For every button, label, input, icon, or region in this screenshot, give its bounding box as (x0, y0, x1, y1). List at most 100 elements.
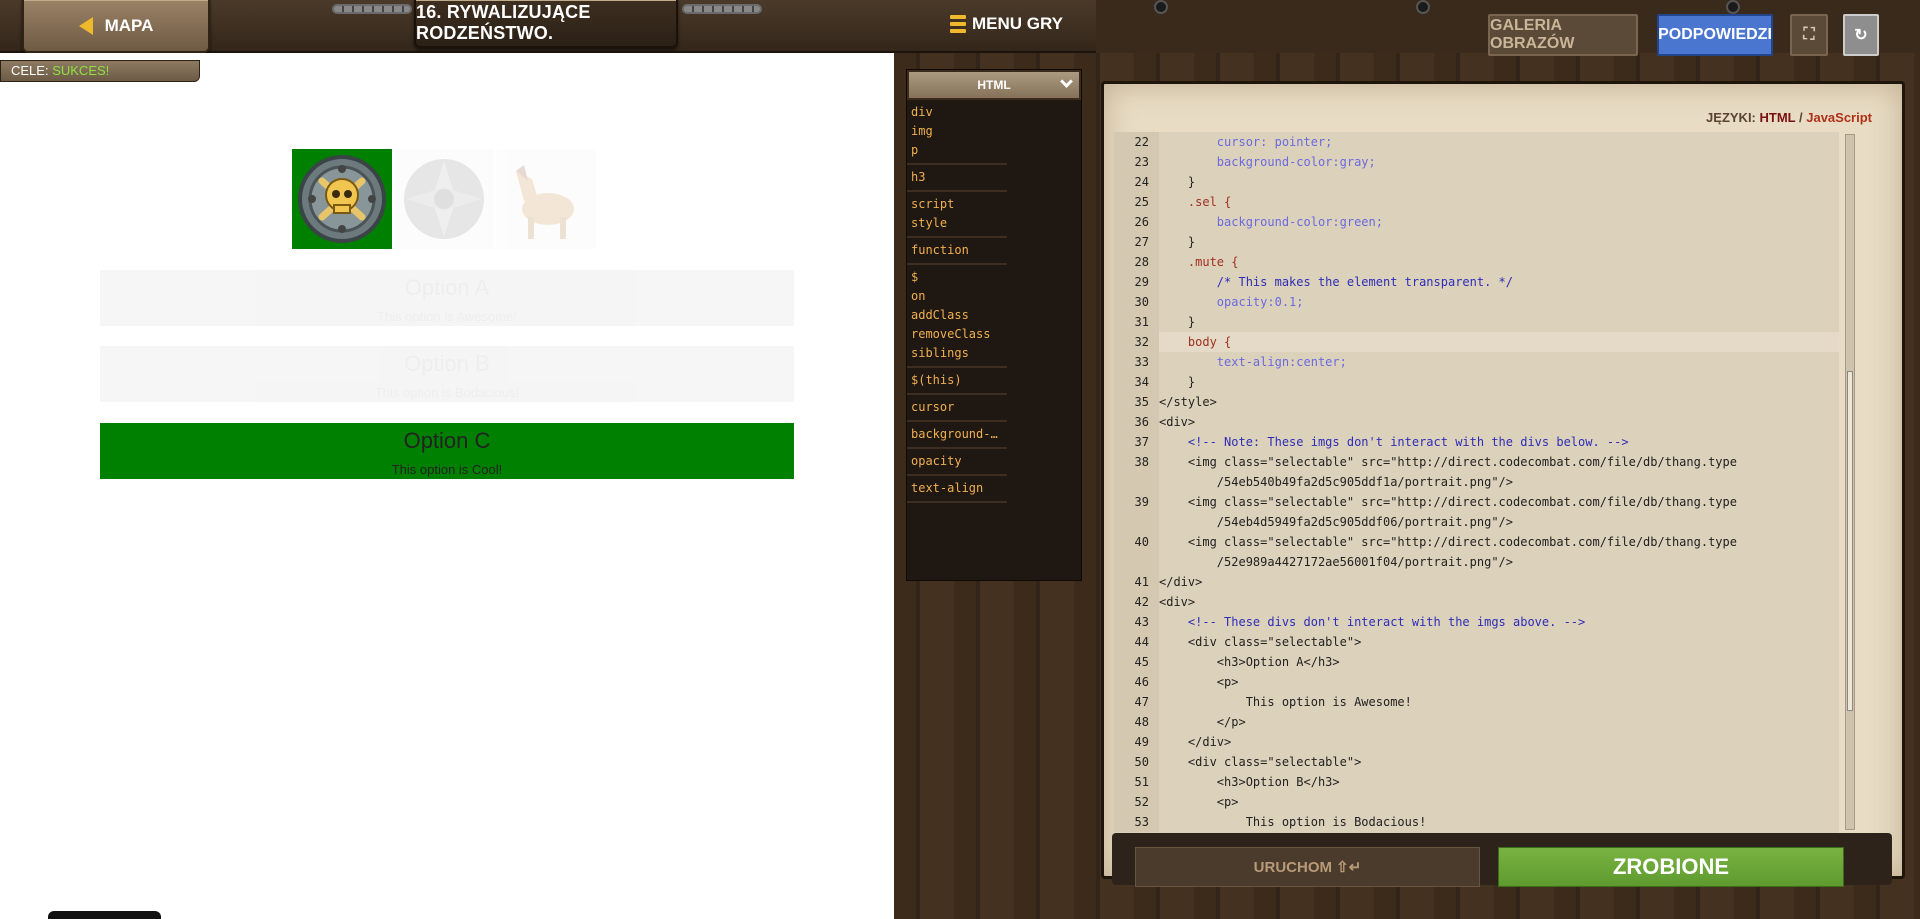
game-menu-label: MENU GRY (972, 14, 1063, 33)
code-line[interactable]: 36 <div> (1114, 412, 1839, 432)
code-text: <!-- Note: These imgs don't interact wit… (1159, 435, 1629, 449)
snippet-item[interactable]: img (911, 122, 1003, 141)
snippet-item[interactable]: div (911, 103, 1003, 122)
code-line[interactable]: 23 background-color:gray; (1114, 152, 1839, 172)
line-number: 23 (1114, 152, 1159, 172)
snippet-item[interactable]: on (911, 287, 1003, 306)
line-number: 38 (1114, 452, 1159, 492)
code-line[interactable]: 53 This option is Bodacious! (1114, 812, 1839, 832)
portrait-skull[interactable] (292, 149, 392, 249)
snippet-item[interactable]: text-align (911, 479, 1003, 498)
code-line[interactable]: 43 <!-- These divs don't interact with t… (1114, 612, 1839, 632)
snippet-group: div img p (907, 100, 1007, 165)
code-text: </div> (1159, 735, 1232, 749)
code-line[interactable]: 27 } (1114, 232, 1839, 252)
chain-decoration (332, 4, 412, 14)
code-text: } (1159, 315, 1196, 329)
code-line[interactable]: 51 <h3>Option B</h3> (1114, 772, 1839, 792)
line-number: 36 (1114, 412, 1159, 432)
reload-icon[interactable]: ↻ (1843, 14, 1879, 56)
code-line[interactable]: 30 opacity:0.1; (1114, 292, 1839, 312)
snippet-item[interactable]: function (911, 241, 1003, 260)
code-line[interactable]: 29 /* This makes the element transparent… (1114, 272, 1839, 292)
option-a-title: Option A (404, 275, 490, 300)
code-text: <h3>Option B</h3> (1159, 775, 1340, 789)
hints-button[interactable]: PODPOWIEDZI (1657, 14, 1773, 56)
code-line[interactable]: 34 } (1114, 372, 1839, 392)
run-button[interactable]: URUCHOM ⇧↵ (1135, 847, 1480, 887)
code-text: } (1159, 175, 1196, 189)
line-number: 48 (1114, 712, 1159, 732)
line-number: 35 (1114, 392, 1159, 412)
language-javascript[interactable]: JavaScript (1806, 110, 1872, 125)
snippet-item[interactable]: $(this) (911, 371, 1003, 390)
snippet-palette-header[interactable]: HTML (907, 70, 1081, 100)
code-line[interactable]: 22 cursor: pointer; (1114, 132, 1839, 152)
code-text: <img class="selectable" src="http://dire… (1187, 495, 1737, 529)
snippet-item[interactable]: removeClass (911, 325, 1003, 344)
option-a-box[interactable]: Option A This option is Awesome! (100, 270, 794, 326)
snippet-item[interactable]: addClass (911, 306, 1003, 325)
map-button[interactable]: MAPA (22, 0, 210, 53)
portrait-horse[interactable] (496, 149, 596, 249)
snippet-item[interactable]: script (911, 195, 1003, 214)
code-editor[interactable]: 22 cursor: pointer; 23 background-color:g… (1114, 132, 1839, 833)
snippet-item[interactable]: h3 (911, 168, 1003, 187)
editor-scrollbar-thumb[interactable] (1847, 371, 1853, 711)
snippet-item[interactable]: style (911, 214, 1003, 233)
code-line[interactable]: 50 <div class="selectable"> (1114, 752, 1839, 772)
code-line[interactable]: 44 <div class="selectable"> (1114, 632, 1839, 652)
snippet-group: $(this) (907, 368, 1007, 395)
code-line[interactable]: 45 <h3>Option A</h3> (1114, 652, 1839, 672)
portrait-axe[interactable] (394, 149, 494, 249)
snippet-item[interactable]: background-… (911, 425, 1003, 444)
chain-decoration (682, 4, 762, 14)
code-line[interactable]: 26 background-color:green; (1114, 212, 1839, 232)
option-b-box[interactable]: Option B This option is Bodacious! (100, 346, 794, 402)
code-line[interactable]: 24 } (1114, 172, 1839, 192)
code-line[interactable]: 35 </style> (1114, 392, 1839, 412)
snippet-group: script style (907, 192, 1007, 238)
code-line[interactable]: 48 </p> (1114, 712, 1839, 732)
line-number: 40 (1114, 532, 1159, 572)
map-label: MAPA (104, 15, 154, 35)
editor-scrollbar[interactable] (1845, 134, 1855, 830)
code-line[interactable]: 38 <img class="selectable" src="http://d… (1114, 452, 1839, 492)
code-text: } (1159, 235, 1196, 249)
snippet-item[interactable]: cursor (911, 398, 1003, 417)
code-text: <div> (1159, 595, 1196, 609)
language-html[interactable]: HTML (1760, 110, 1796, 125)
code-line[interactable]: 28 .mute { (1114, 252, 1839, 272)
code-line[interactable]: 25 .sel { (1114, 192, 1839, 212)
code-line[interactable]: 47 This option is Awesome! (1114, 692, 1839, 712)
code-line[interactable]: 49 </div> (1114, 732, 1839, 752)
code-line[interactable]: 33 text-align:center; (1114, 352, 1839, 372)
bottom-tab[interactable] (48, 911, 161, 919)
code-line[interactable]: 41 </div> (1114, 572, 1839, 592)
option-c-box[interactable]: Option C This option is Cool! (100, 423, 794, 479)
done-button[interactable]: ZROBIONE (1498, 847, 1844, 887)
code-line[interactable]: 42 <div> (1114, 592, 1839, 612)
snippet-group: function (907, 238, 1007, 265)
code-line[interactable]: 32 body { (1114, 332, 1839, 352)
image-gallery-button[interactable]: GALERIA OBRAZÓW (1488, 14, 1638, 56)
code-line[interactable]: 40 <img class="selectable" src="http://d… (1114, 532, 1839, 572)
line-number: 25 (1114, 192, 1159, 212)
portrait-row (292, 149, 596, 249)
goals-bar[interactable]: CELE: SUKCES! (0, 60, 200, 82)
snippet-item[interactable]: p (911, 141, 1003, 160)
code-line[interactable]: 39 <img class="selectable" src="http://d… (1114, 492, 1839, 532)
line-number: 37 (1114, 432, 1159, 452)
language-selector: JĘZYKI: HTML / JavaScript (1706, 110, 1872, 125)
code-line[interactable]: 52 <p> (1114, 792, 1839, 812)
game-menu-button[interactable]: MENU GRY (950, 14, 1063, 34)
code-line[interactable]: 31 } (1114, 312, 1839, 332)
snippet-group: cursor (907, 395, 1007, 422)
code-line[interactable]: 37 <!-- Note: These imgs don't interact … (1114, 432, 1839, 452)
fullscreen-icon[interactable]: ⛶ (1790, 14, 1828, 56)
snippet-item[interactable]: siblings (911, 344, 1003, 363)
preview-pane: Option A This option is Awesome! Option … (0, 53, 894, 919)
snippet-item[interactable]: $ (911, 268, 1003, 287)
code-line[interactable]: 46 <p> (1114, 672, 1839, 692)
snippet-item[interactable]: opacity (911, 452, 1003, 471)
